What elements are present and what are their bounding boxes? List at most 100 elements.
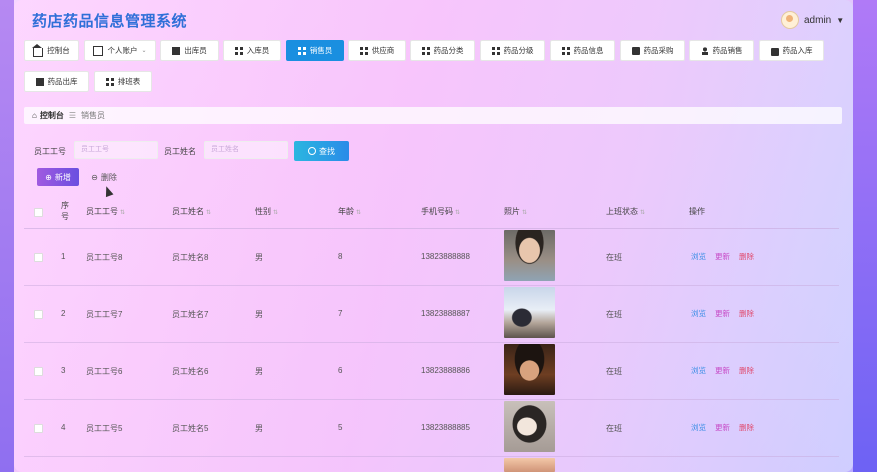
staff-photo[interactable]: [504, 344, 555, 395]
cell-phone: 13823888886: [421, 366, 470, 375]
col-photo[interactable]: 照片 ⇅: [504, 206, 527, 217]
nav-dashboard[interactable]: 控制台: [24, 40, 79, 61]
col-age-label: 年龄: [338, 207, 354, 216]
cell-age: 6: [338, 366, 343, 375]
plus-icon: ⊕: [45, 172, 52, 182]
nav-supplier[interactable]: 供应商: [348, 40, 406, 61]
username: admin: [804, 14, 832, 26]
col-status[interactable]: 上班状态 ⇅: [606, 206, 645, 217]
delete-link[interactable]: 删除: [739, 308, 754, 319]
cell-name: 员工姓名8: [172, 253, 209, 262]
grid-icon: [105, 77, 114, 86]
cell-phone: 13823888887: [421, 309, 470, 318]
cell-phone: 13823888885: [421, 423, 470, 432]
cell-gender: 男: [255, 310, 263, 319]
breadcrumb-current: 销售员: [81, 111, 106, 120]
nav-drug-category[interactable]: 药品分类: [410, 40, 475, 61]
update-link[interactable]: 更新: [715, 365, 730, 376]
nav-drug-inbound[interactable]: 药品入库: [759, 40, 824, 61]
cell-age: 5: [338, 423, 343, 432]
nav-label: 供应商: [371, 46, 395, 55]
nav-label: 入库员: [246, 46, 270, 55]
col-name[interactable]: 员工姓名 ⇅: [172, 206, 211, 217]
nav-schedule[interactable]: 排班表: [94, 71, 152, 92]
sort-icon: ⇅: [206, 210, 212, 216]
cell-status: 在班: [606, 253, 622, 262]
sort-icon: ⇅: [120, 210, 126, 216]
add-button[interactable]: ⊕ 新增: [37, 168, 79, 186]
user-icon: [700, 46, 709, 55]
nav-label: 销售员: [309, 46, 333, 55]
delete-link[interactable]: 删除: [739, 251, 754, 262]
cell-status: 在班: [606, 310, 622, 319]
staff-photo[interactable]: [504, 287, 555, 338]
table-row: 2 员工工号7 员工姓名7 男 7 13823888887 在班 浏览 更新 删…: [24, 285, 839, 343]
nav-label: 药品出库: [47, 77, 78, 86]
view-link[interactable]: 浏览: [691, 251, 706, 262]
update-link[interactable]: 更新: [715, 308, 730, 319]
view-link[interactable]: 浏览: [691, 422, 706, 433]
nav-salesperson[interactable]: 销售员: [286, 40, 344, 61]
grid-icon: [234, 46, 243, 55]
update-link[interactable]: 更新: [715, 251, 730, 262]
cell-emp-id: 员工工号5: [86, 424, 123, 433]
user-menu[interactable]: admin ▼: [781, 11, 844, 29]
staff-photo[interactable]: [504, 458, 555, 472]
cell-no: 2: [61, 309, 66, 318]
cell-status: 在班: [606, 424, 622, 433]
emp-id-label: 员工工号: [34, 147, 66, 156]
row-checkbox[interactable]: [34, 253, 43, 262]
nav-account[interactable]: 个人账户 ⌄: [84, 40, 156, 61]
col-emp-id[interactable]: 员工工号 ⇅: [86, 206, 125, 217]
cell-gender: 男: [255, 253, 263, 262]
col-phone[interactable]: 手机号码 ⇅: [421, 206, 460, 217]
col-phone-label: 手机号码: [421, 207, 453, 216]
home-icon: ⌂: [32, 111, 37, 120]
col-age[interactable]: 年龄 ⇅: [338, 206, 361, 217]
delete-button[interactable]: ⊖ 删除: [86, 168, 122, 186]
table-row: 4 员工工号5 员工姓名5 男 5 13823888885 在班 浏览 更新 删…: [24, 399, 839, 457]
row-checkbox[interactable]: [34, 367, 43, 376]
col-gender-label: 性别: [255, 207, 271, 216]
update-link[interactable]: 更新: [715, 422, 730, 433]
nav-label: 排班表: [117, 77, 141, 86]
sort-icon: ⇅: [273, 210, 279, 216]
delete-link[interactable]: 删除: [739, 365, 754, 376]
nav-drug-purchase[interactable]: 药品采购: [620, 40, 685, 61]
nav-inbound-clerk[interactable]: 入库员: [223, 40, 281, 61]
nav-drug-info[interactable]: 药品信息: [550, 40, 615, 61]
view-link[interactable]: 浏览: [691, 365, 706, 376]
card-icon: [93, 45, 104, 56]
nav-label: 出库员: [184, 46, 207, 55]
search-button[interactable]: 查找: [294, 141, 349, 161]
staff-photo[interactable]: [504, 230, 555, 281]
caret-down-icon: ▼: [836, 15, 845, 25]
select-all-checkbox[interactable]: [34, 208, 43, 217]
row-checkbox[interactable]: [34, 310, 43, 319]
emp-id-input[interactable]: 员工工号: [74, 141, 158, 159]
view-link[interactable]: 浏览: [691, 308, 706, 319]
nav-drug-sales[interactable]: 药品销售: [689, 40, 754, 61]
nav-drug-grade[interactable]: 药品分级: [480, 40, 545, 61]
nav-label: 药品采购: [643, 46, 674, 55]
row-checkbox[interactable]: [34, 424, 43, 433]
cell-no: 1: [61, 252, 66, 261]
monitor-icon: [172, 46, 181, 55]
cell-age: 7: [338, 309, 343, 318]
delete-link[interactable]: 删除: [739, 422, 754, 433]
sort-icon: ⇅: [356, 210, 362, 216]
nav-outbound-clerk[interactable]: 出库员: [160, 40, 219, 61]
emp-name-input[interactable]: 员工姓名: [204, 141, 288, 159]
cell-status: 在班: [606, 367, 622, 376]
col-gender[interactable]: 性别 ⇅: [255, 206, 278, 217]
window-frame-right: [853, 0, 877, 472]
staff-photo[interactable]: [504, 401, 555, 452]
nav-label: 药品销售: [712, 46, 743, 55]
grid-icon: [561, 46, 570, 55]
nav-drug-outbound[interactable]: 药品出库: [24, 71, 89, 92]
nav-label: 药品分级: [503, 46, 534, 55]
cell-age: 8: [338, 252, 343, 261]
cell-name: 员工姓名5: [172, 424, 209, 433]
grid-icon: [359, 46, 368, 55]
breadcrumb-home[interactable]: 控制台: [40, 110, 64, 121]
